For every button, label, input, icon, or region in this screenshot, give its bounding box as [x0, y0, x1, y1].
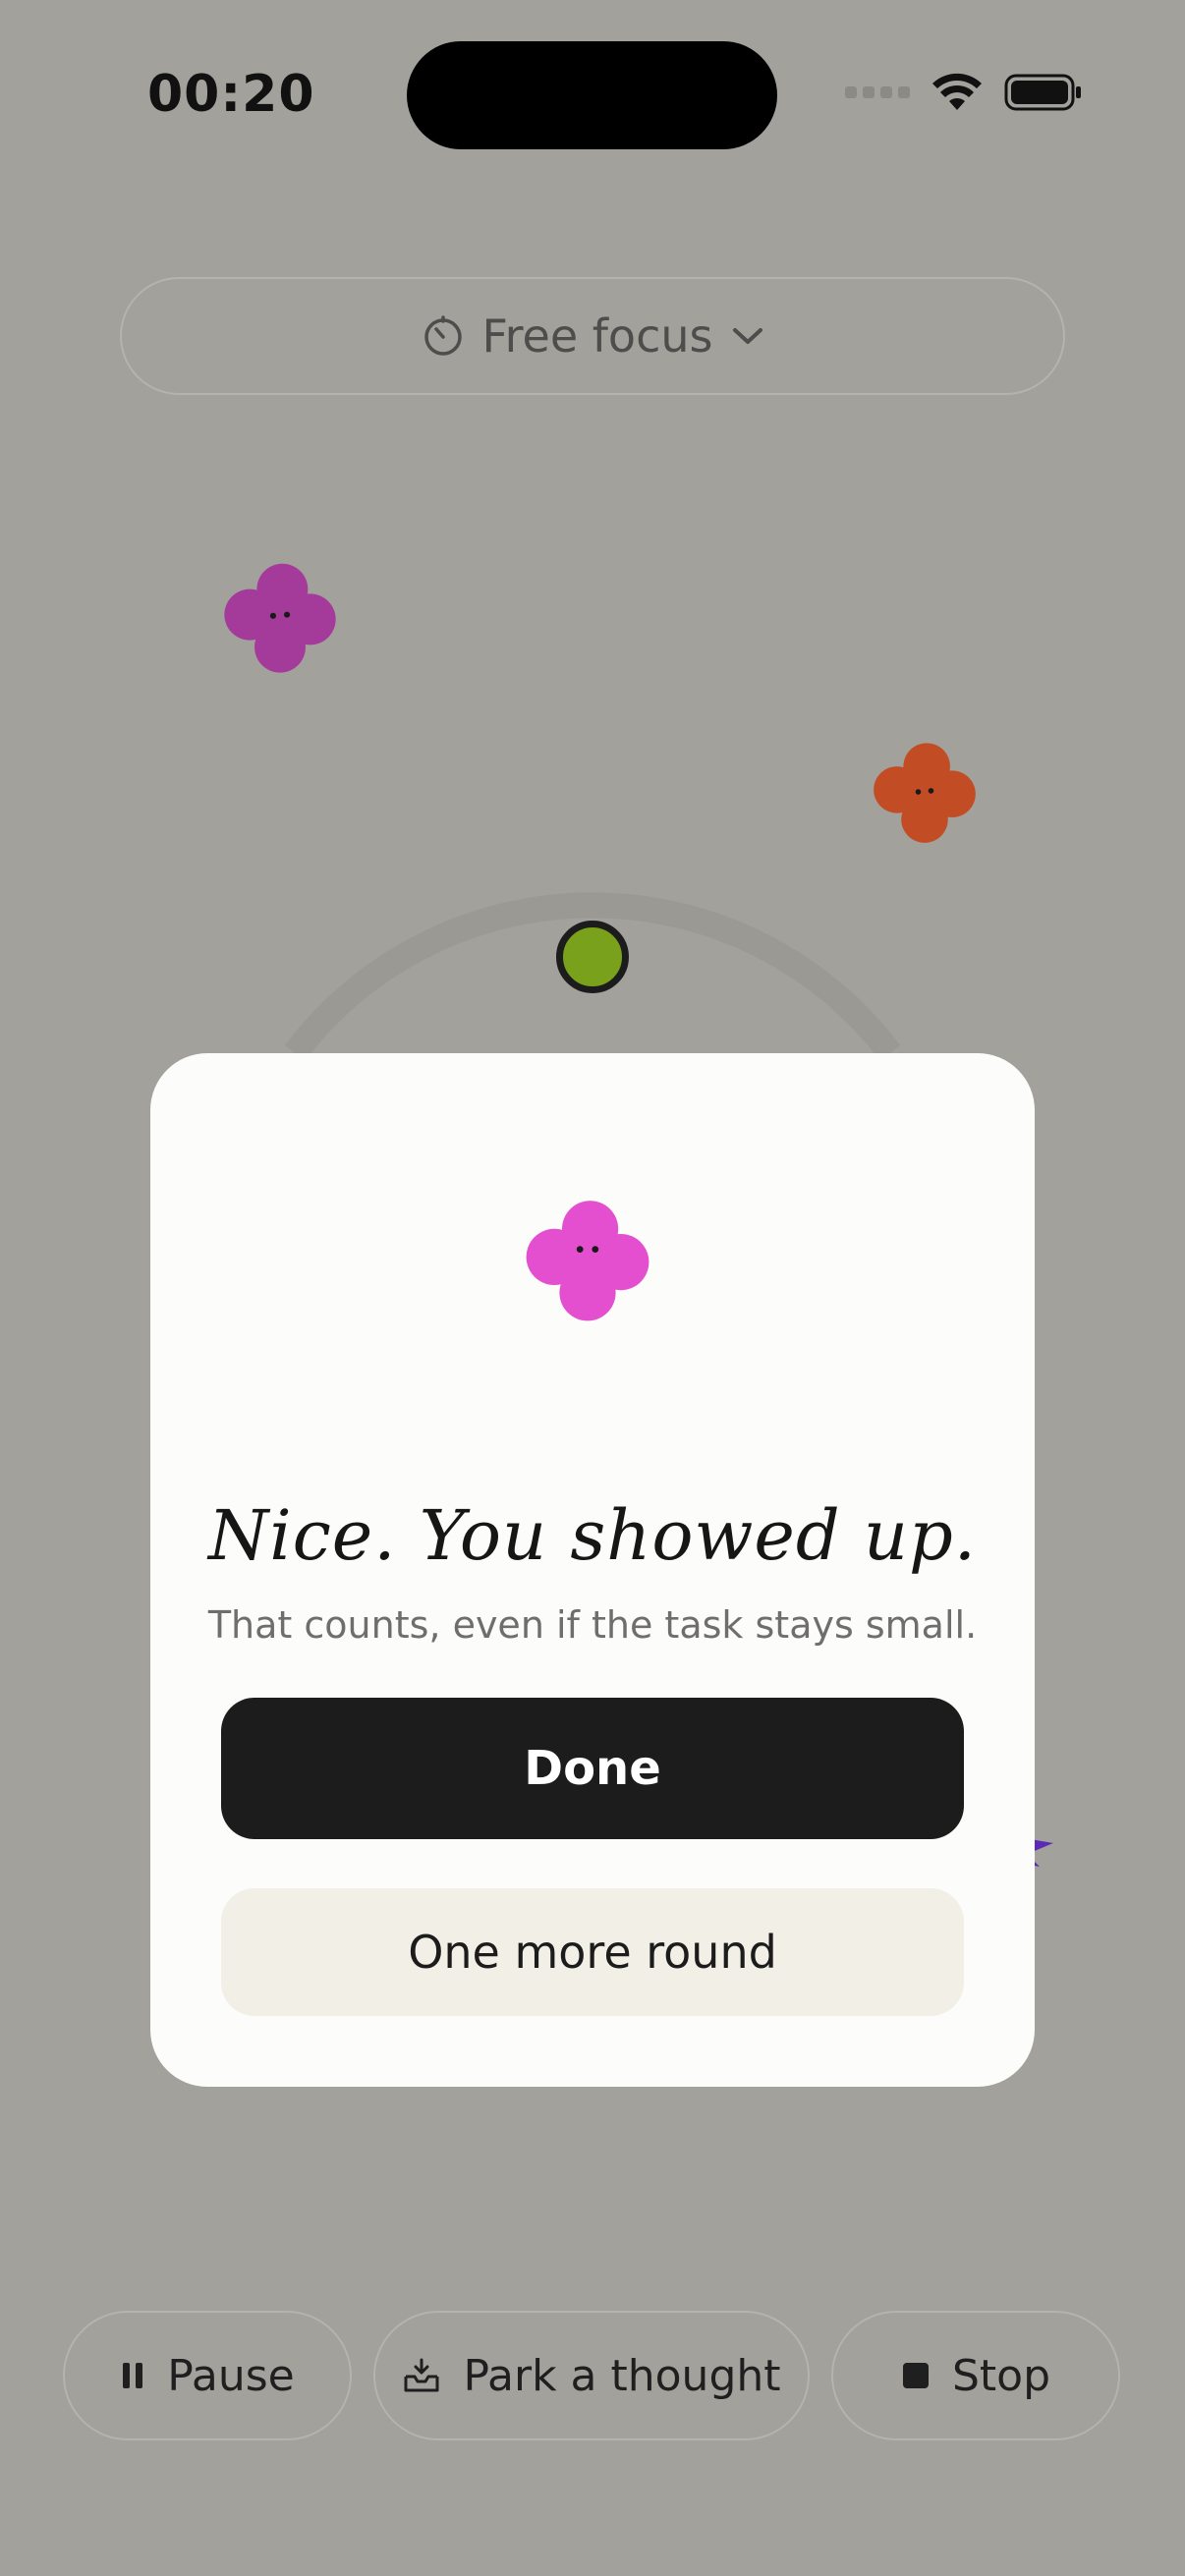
pause-icon — [123, 2363, 143, 2388]
completion-modal: Nice. You showed up. That counts, even i… — [150, 1053, 1035, 2087]
stop-icon — [902, 2363, 929, 2388]
inbox-tray-icon — [404, 2358, 439, 2392]
modal-title: Nice. You showed up. — [207, 1495, 978, 1576]
progress-knob[interactable] — [556, 921, 629, 993]
park-thought-label: Park a thought — [463, 2350, 781, 2401]
pink-flower-blob — [526, 1201, 649, 1321]
progress-ring — [284, 892, 901, 1061]
modal-subtitle: That counts, even if the task stays smal… — [207, 1603, 978, 1647]
done-button[interactable]: Done — [221, 1698, 964, 1839]
one-more-round-button[interactable]: One more round — [221, 1888, 964, 2016]
park-thought-button[interactable]: Park a thought — [373, 2311, 810, 2440]
stop-button[interactable]: Stop — [831, 2311, 1120, 2440]
focus-screen: 00:20 Free focus Nice. You showed up. Th… — [0, 0, 1185, 2576]
pause-button[interactable]: Pause — [63, 2311, 352, 2440]
pause-label: Pause — [167, 2350, 295, 2401]
stop-label: Stop — [951, 2350, 1051, 2401]
